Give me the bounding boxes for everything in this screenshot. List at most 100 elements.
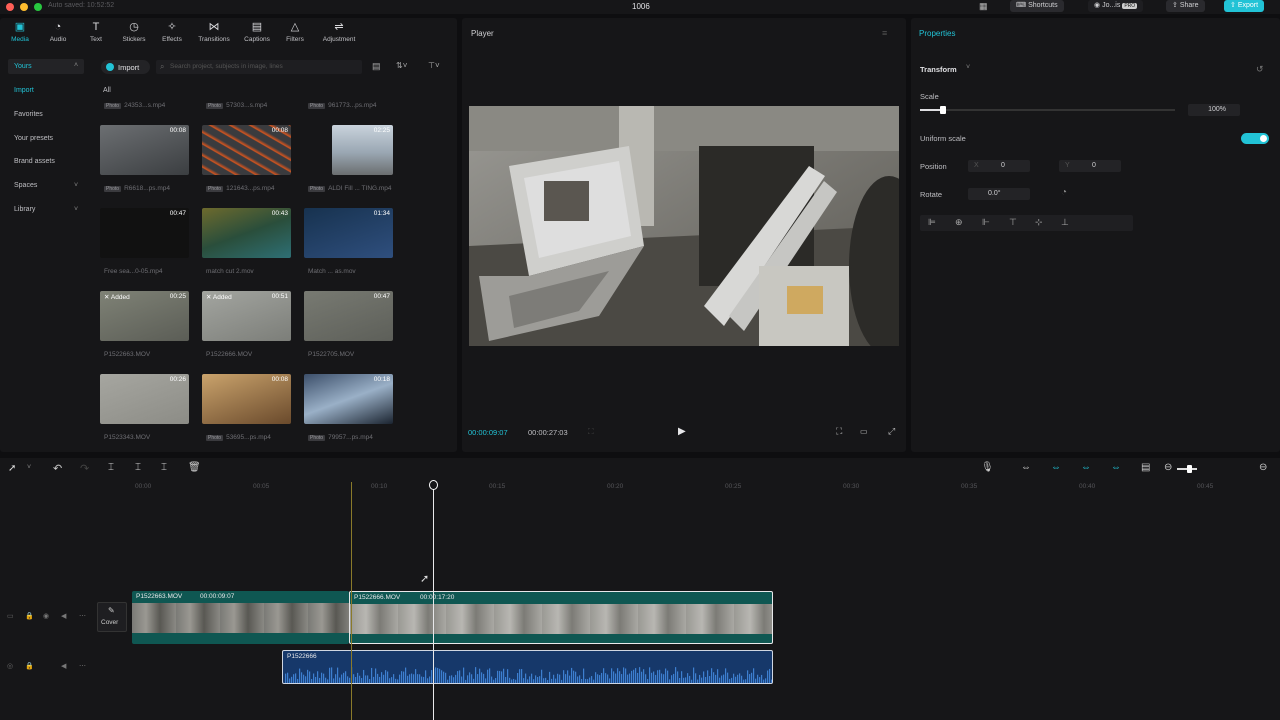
shortcuts-button[interactable]: ⌨ Shortcuts [1010, 0, 1064, 12]
link-icon[interactable]: ⇔ [1021, 462, 1031, 473]
media-thumbnail[interactable]: 00:47 [304, 291, 393, 341]
lock-icon[interactable]: 🔒 [25, 612, 34, 620]
audio-clip[interactable]: P1522666 [282, 650, 773, 684]
more-icon[interactable]: ⋯ [79, 612, 86, 620]
media-thumbnail[interactable]: 00:26 [100, 374, 189, 424]
tool-media[interactable]: ▣ Media [1, 22, 39, 44]
split-left-icon[interactable]: ⌶ [135, 462, 141, 473]
video-preview[interactable] [469, 106, 899, 346]
undo-icon[interactable]: ↶ [53, 462, 62, 475]
filter-icon[interactable]: ⊤˅ [428, 61, 440, 70]
video-clip-1[interactable]: P1522663.MOV 00:00:09:07 [132, 591, 349, 644]
scale-value-input[interactable]: 100% [1188, 104, 1240, 116]
position-y-input[interactable]: Y0 [1059, 160, 1121, 172]
media-thumbnail[interactable]: 00:08 [100, 125, 189, 175]
captions-icon[interactable]: ▤ [1141, 462, 1150, 473]
zoom-out-icon[interactable]: ⊖ [1164, 462, 1172, 473]
sidebar-item-favorites[interactable]: Favorites [14, 111, 43, 118]
playhead-handle[interactable] [429, 480, 438, 490]
select-tool-icon[interactable]: ➚ [8, 463, 16, 474]
filter-all[interactable]: All [103, 87, 111, 94]
sidebar-item-presets[interactable]: Your presets [14, 135, 53, 142]
sidebar-item-yours[interactable]: Yours ˄ [8, 59, 84, 74]
position-x-input[interactable]: X0 [968, 160, 1030, 172]
search-input[interactable]: ⌕ Search project, subjects in image, lin… [156, 60, 362, 74]
user-menu[interactable]: ◉ Jo...is PRO [1088, 0, 1144, 12]
tool-stickers[interactable]: ◷ Stickers [115, 22, 153, 44]
align-right-icon[interactable]: ⊩ [982, 217, 990, 228]
share-button[interactable]: ⇪ Share [1166, 0, 1205, 12]
zoom-slider-handle[interactable] [1187, 465, 1192, 473]
fullscreen-fit-icon[interactable]: ⛶ [836, 426, 842, 437]
preview-axis-icon[interactable]: ⇔ [1111, 462, 1121, 473]
sidebar-item-spaces[interactable]: Spaces [14, 182, 37, 189]
media-thumbnail[interactable]: 00:43 [202, 208, 291, 258]
eye-icon[interactable]: ◉ [43, 612, 49, 620]
ratio-icon[interactable]: ▭ [860, 427, 868, 436]
split-icon[interactable]: ⌶ [108, 462, 114, 473]
media-thumbnail[interactable]: 00:51 ✕ Added [202, 291, 291, 341]
tool-adjustment[interactable]: ⇌ Adjustment [318, 22, 360, 44]
sidebar-item-import[interactable]: Import [14, 87, 34, 94]
rotate-input[interactable]: 0.0° [968, 188, 1030, 200]
delete-icon[interactable]: 🗑 [188, 462, 201, 473]
media-thumbnail[interactable]: 00:08 [202, 125, 291, 175]
close-window-button[interactable] [6, 3, 14, 11]
align-bottom-icon[interactable]: ⊥ [1061, 217, 1069, 228]
grid-view-icon[interactable]: ▤ [372, 61, 381, 72]
tool-filters[interactable]: △ Filters [276, 22, 314, 44]
magnet-icon[interactable]: ⇔ [1051, 462, 1061, 473]
fit-timeline-icon[interactable]: ⊖ [1259, 462, 1267, 473]
audio-icon[interactable]: ◀ [61, 612, 66, 620]
tool-audio[interactable]: ◔ Audio [39, 22, 77, 44]
zoom-window-button[interactable] [34, 3, 42, 11]
align-top-icon[interactable]: ⊤ [1009, 217, 1017, 228]
media-thumbnail[interactable]: 00:25 ✕ Added [100, 291, 189, 341]
align-left-icon[interactable]: ⊫ [928, 217, 936, 228]
media-thumbnail[interactable]: 01:34 [304, 208, 393, 258]
cover-button[interactable]: ✎ Cover [97, 602, 127, 632]
tool-text[interactable]: T Text [77, 22, 115, 44]
lock-icon[interactable]: 🔒 [25, 662, 34, 670]
sort-icon[interactable]: ⇅˅ [396, 61, 407, 70]
align-center-v-icon[interactable]: ⊹ [1035, 217, 1043, 228]
tool-effects[interactable]: ✧ Effects [153, 22, 191, 44]
reset-icon[interactable]: ↺ [1256, 64, 1264, 75]
clip-2-filmstrip [350, 604, 772, 634]
plus-icon [106, 63, 114, 71]
scale-slider-handle[interactable] [939, 106, 946, 114]
split-right-icon[interactable]: ⌶ [161, 462, 167, 473]
play-icon[interactable]: ▶ [678, 426, 686, 437]
tool-transitions[interactable]: ⋈ Transitions [195, 22, 233, 44]
scale-slider[interactable] [920, 106, 1175, 114]
media-thumbnail[interactable]: 00:47 [100, 208, 189, 258]
export-button[interactable]: ⇧ Export [1224, 0, 1265, 12]
sidebar-item-library[interactable]: Library [14, 206, 35, 213]
fit-icon[interactable]: ⛶ [588, 427, 594, 437]
layout-icon[interactable]: ▦ [979, 1, 988, 12]
menu-icon[interactable]: ≡ [882, 28, 887, 38]
media-thumbnail[interactable]: 02:25 [332, 125, 393, 175]
minimize-window-button[interactable] [20, 3, 28, 11]
zoom-slider[interactable] [1177, 465, 1197, 473]
more-icon[interactable]: ⋯ [79, 662, 86, 670]
uniform-scale-toggle[interactable] [1241, 133, 1269, 144]
rotate-dial-icon[interactable]: ◔ [1061, 187, 1067, 198]
transform-section[interactable]: Transform [920, 65, 957, 74]
media-thumbnail[interactable]: 00:18 [304, 374, 393, 424]
sidebar-item-brand-assets[interactable]: Brand assets [14, 158, 55, 165]
ruler-tick-label: 00:05 [253, 483, 270, 490]
import-button[interactable]: Import [101, 60, 150, 74]
media-thumbnail[interactable]: 00:08 [202, 374, 291, 424]
position-label: Position [920, 162, 947, 171]
microphone-icon[interactable]: 🎙 [981, 462, 994, 473]
playhead[interactable] [433, 482, 434, 720]
video-clip-2[interactable]: P1522666.MOV 00:00:17:20 [349, 591, 773, 644]
align-center-h-icon[interactable]: ⊕ [955, 217, 963, 228]
volume-icon[interactable]: ◀ [61, 662, 66, 670]
chevron-down-icon[interactable]: ˅ [27, 464, 31, 471]
fullscreen-icon[interactable]: ⤢ [888, 426, 895, 437]
tool-captions[interactable]: ▤ Captions [238, 22, 276, 44]
redo-icon[interactable]: ↷ [80, 462, 89, 475]
snap-icon[interactable]: ⇔ [1081, 462, 1091, 473]
